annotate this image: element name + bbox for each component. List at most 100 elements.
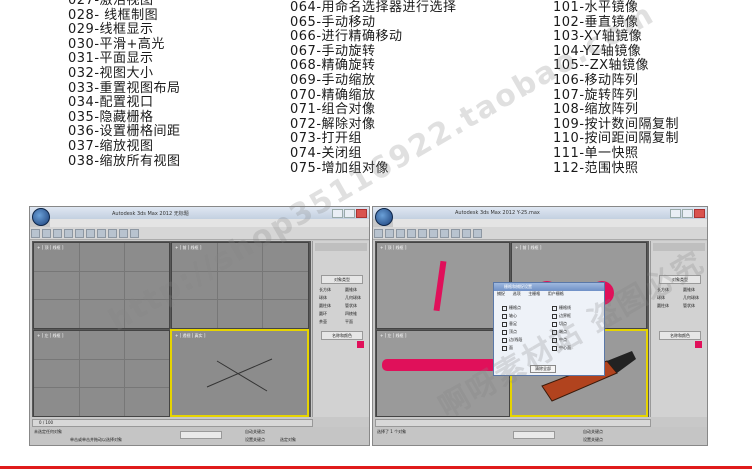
undo-icon[interactable] xyxy=(31,229,40,238)
shortcut-item: 031-平面显示 xyxy=(68,51,154,67)
tab-snaps[interactable]: 捕捉 xyxy=(494,291,508,297)
rotate-icon[interactable] xyxy=(75,229,84,238)
title-bar: Autodesk 3ds Max 2012 Y-25.max xyxy=(373,207,707,219)
cylinder-button[interactable]: 圆柱体 xyxy=(319,303,331,309)
snap-icon[interactable] xyxy=(440,229,449,238)
close-icon[interactable] xyxy=(694,209,705,218)
render-icon[interactable] xyxy=(473,229,482,238)
coord-field[interactable] xyxy=(180,431,222,439)
set-key-button[interactable]: 设置关键点 xyxy=(583,437,603,443)
accent-divider xyxy=(0,466,752,469)
app-title: Autodesk 3ds Max 2012 Y-25.max xyxy=(455,210,540,216)
tab-home-grid[interactable]: 主栅格 xyxy=(525,291,543,297)
mirror-icon[interactable] xyxy=(451,229,460,238)
viewport-label[interactable]: + ] 前 ] 线框 ] xyxy=(175,245,201,251)
undo-icon[interactable] xyxy=(374,229,383,238)
box-button[interactable]: 长方体 xyxy=(319,287,331,293)
mirror-icon[interactable] xyxy=(108,229,117,238)
shortcut-item: 037-缩放视图 xyxy=(68,138,154,154)
select-icon[interactable] xyxy=(396,229,405,238)
shortcut-item: 069-手动缩放 xyxy=(290,72,376,88)
tube-button[interactable]: 管状体 xyxy=(683,303,695,309)
auto-key-button[interactable]: 自动关键点 xyxy=(245,429,265,435)
scale-icon[interactable] xyxy=(429,229,438,238)
redo-icon[interactable] xyxy=(385,229,394,238)
name-color-button[interactable]: 名称和颜色 xyxy=(321,331,363,340)
minimize-icon[interactable] xyxy=(670,209,681,218)
shortcut-item: 030-平滑+高光 xyxy=(68,36,165,52)
viewport-top[interactable]: + ] 顶 ] 线框 ] xyxy=(376,242,510,329)
app-logo-icon[interactable] xyxy=(32,208,50,226)
color-swatch[interactable] xyxy=(357,341,364,348)
scene-objects-top xyxy=(433,260,447,312)
tube-button[interactable]: 管状体 xyxy=(345,303,357,309)
status-bar: 未选定任何对象 单击或单击并拖动以选择对象 自动关键点 设置关键点 选定对象 xyxy=(30,427,369,445)
shortcut-item: 032-视图大小 xyxy=(68,65,154,81)
shortcut-item: 065-手动移动 xyxy=(290,14,376,30)
cone-button[interactable]: 圆锥体 xyxy=(345,287,357,293)
snap-checkbox[interactable]: 垂足 xyxy=(502,321,517,327)
shortcut-item: 110-按间距间隔复制 xyxy=(553,131,680,147)
status-bar: 选择了 1 个对象 自动关键点 设置关键点 xyxy=(373,427,707,445)
menu-bar[interactable] xyxy=(393,219,707,227)
maximize-icon[interactable] xyxy=(344,209,355,218)
close-icon[interactable] xyxy=(356,209,367,218)
maximize-icon[interactable] xyxy=(682,209,693,218)
name-color-button[interactable]: 名称和颜色 xyxy=(659,331,701,340)
geosphere-button[interactable]: 几何球体 xyxy=(683,295,699,301)
auto-key-button[interactable]: 自动关键点 xyxy=(583,429,603,435)
time-slider[interactable] xyxy=(375,419,651,427)
shortcut-item: 038-缩放所有视图 xyxy=(68,153,181,169)
viewport-label[interactable]: + ] 左 ] 线框 ] xyxy=(37,333,63,339)
viewport-perspective[interactable]: + ] 透视 ] 真实 ] xyxy=(170,329,309,417)
frame-counter: 0 / 100 xyxy=(39,420,54,425)
viewport-left[interactable]: + ] 左 ] 线框 ] xyxy=(33,330,170,417)
shortcut-item: 107-旋转阵列 xyxy=(553,87,639,103)
align-icon[interactable] xyxy=(119,229,128,238)
snap-checkbox[interactable]: 轴心 xyxy=(502,313,517,319)
viewport-label[interactable]: + ] 顶 ] 线框 ] xyxy=(37,245,63,251)
max-screenshot-left: Autodesk 3ds Max 2012 无标题 + ] 顶 ] 线框 ] +… xyxy=(29,206,370,446)
select-icon[interactable] xyxy=(53,229,62,238)
shortcut-list-col1: 027-激活视图 028- 线框制图 029-线框显示 030-平滑+高光 031-平面… xyxy=(68,0,181,169)
teapot-button[interactable]: 茶壶 xyxy=(319,319,327,325)
tab-user-grid[interactable]: 用户栅格 xyxy=(545,291,567,297)
main-toolbar[interactable] xyxy=(373,227,707,240)
snap-checkbox[interactable]: 栅格点 xyxy=(502,305,521,311)
pink-object xyxy=(433,260,447,312)
shortcut-item: 036-设置栅格间距 xyxy=(68,124,181,140)
perspective-grid xyxy=(206,358,273,392)
color-swatch[interactable] xyxy=(695,341,702,348)
app-logo-icon[interactable] xyxy=(375,208,393,226)
pyramid-button[interactable]: 四棱锥 xyxy=(345,311,357,317)
snap-checkbox[interactable]: 顶点 xyxy=(502,329,517,335)
plane-button[interactable]: 平面 xyxy=(345,319,353,325)
set-key-button[interactable]: 设置关键点 xyxy=(245,437,265,443)
redo-icon[interactable] xyxy=(42,229,51,238)
render-icon[interactable] xyxy=(130,229,139,238)
command-tabs[interactable] xyxy=(315,243,367,251)
move-icon[interactable] xyxy=(407,229,416,238)
shortcut-item: 034-配置视口 xyxy=(68,95,154,111)
main-toolbar[interactable] xyxy=(30,227,369,240)
snap-icon[interactable] xyxy=(97,229,106,238)
tab-options[interactable]: 选项 xyxy=(510,291,524,297)
shortcut-item: 029-线框显示 xyxy=(68,22,154,38)
sphere-button[interactable]: 球体 xyxy=(319,295,327,301)
command-panel[interactable]: 对象类型 长方体 圆锥体 球体 几何球体 圆柱体 管状体 圆环 四棱锥 茶壶 平… xyxy=(312,241,369,417)
coord-field[interactable] xyxy=(513,431,555,439)
object-type-button[interactable]: 对象类型 xyxy=(321,275,363,284)
move-icon[interactable] xyxy=(64,229,73,238)
selection-filter[interactable]: 选定对象 xyxy=(280,437,296,443)
align-icon[interactable] xyxy=(462,229,471,238)
scale-icon[interactable] xyxy=(86,229,95,238)
shortcut-item: 071-组合对像 xyxy=(290,102,376,118)
shortcut-item: 108-缩放阵列 xyxy=(553,102,639,118)
shortcut-item: 033-重置视图布局 xyxy=(68,80,181,96)
torus-button[interactable]: 圆环 xyxy=(319,311,327,317)
geosphere-button[interactable]: 几何球体 xyxy=(345,295,361,301)
shortcut-item: 066-进行精确移动 xyxy=(290,29,403,45)
rotate-icon[interactable] xyxy=(418,229,427,238)
time-slider[interactable]: 0 / 100 xyxy=(32,419,313,427)
status-text: 未选定任何对象 xyxy=(34,429,62,434)
